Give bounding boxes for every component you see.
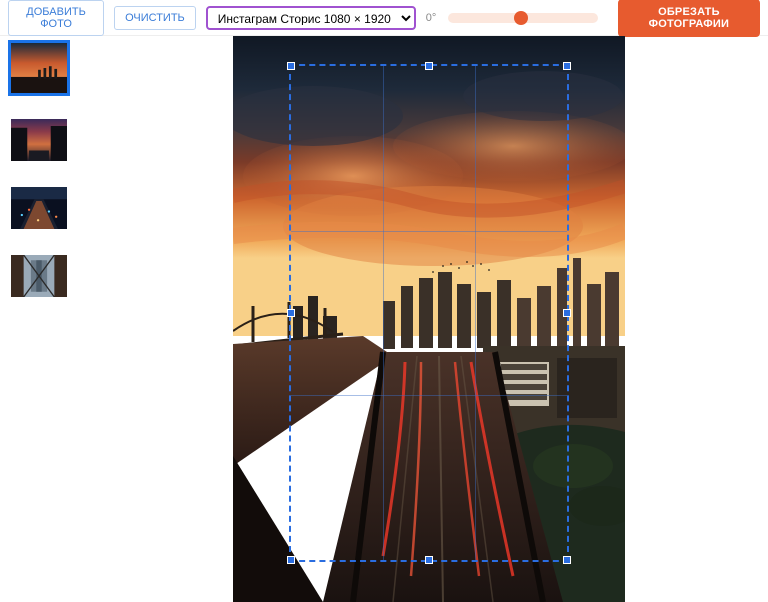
crop-handle-n[interactable] bbox=[425, 62, 433, 70]
thumbnail-sidebar bbox=[0, 36, 90, 602]
rotation-slider[interactable] bbox=[448, 13, 598, 23]
toolbar: ДОБАВИТЬ ФОТО ОЧИСТИТЬ Инстаграм Сторис … bbox=[0, 0, 768, 36]
crop-selection[interactable] bbox=[289, 64, 569, 562]
image-canvas[interactable] bbox=[233, 36, 625, 602]
thumbnail-4[interactable] bbox=[8, 252, 70, 300]
crop-handle-w[interactable] bbox=[287, 309, 295, 317]
add-photo-button[interactable]: ДОБАВИТЬ ФОТО bbox=[8, 0, 104, 36]
crop-preset-select[interactable]: Инстаграм Сторис 1080 × 1920 bbox=[206, 6, 416, 30]
thumbnail-3[interactable] bbox=[8, 184, 70, 232]
crop-handle-e[interactable] bbox=[563, 309, 571, 317]
thumbnail-2[interactable] bbox=[8, 116, 70, 164]
rotation-value-label: 0° bbox=[426, 12, 442, 24]
clear-button[interactable]: ОЧИСТИТЬ bbox=[114, 6, 196, 30]
crop-handle-se[interactable] bbox=[563, 556, 571, 564]
crop-handle-sw[interactable] bbox=[287, 556, 295, 564]
crop-handle-nw[interactable] bbox=[287, 62, 295, 70]
main-area bbox=[0, 36, 768, 602]
crop-handle-s[interactable] bbox=[425, 556, 433, 564]
crop-photos-button[interactable]: ОБРЕЗАТЬ ФОТОГРАФИИ bbox=[618, 0, 760, 37]
thumbnail-1[interactable] bbox=[8, 40, 70, 96]
canvas-area bbox=[90, 36, 768, 602]
crop-handle-ne[interactable] bbox=[563, 62, 571, 70]
rotation-slider-thumb[interactable] bbox=[514, 11, 528, 25]
